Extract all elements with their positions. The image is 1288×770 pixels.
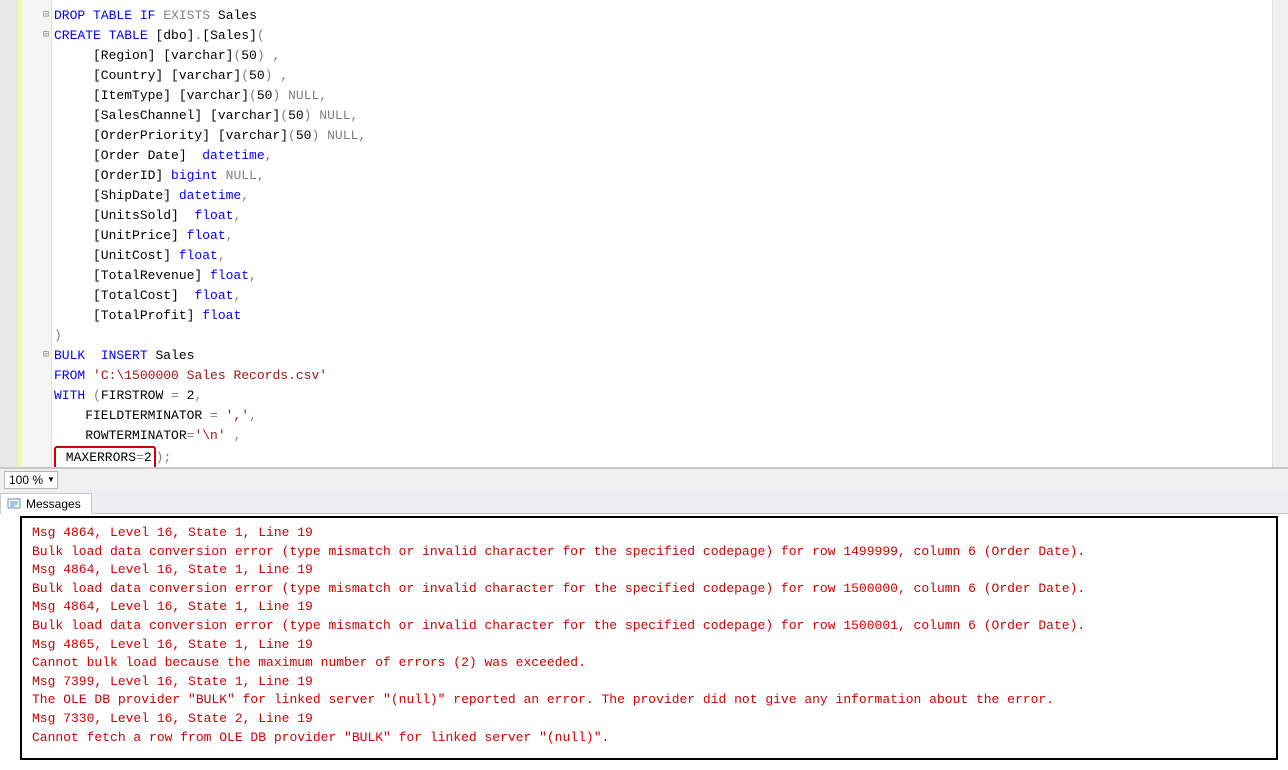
- message-line: Msg 7330, Level 16, State 2, Line 19: [32, 710, 1266, 729]
- code-line[interactable]: FIELDTERMINATOR = ',',: [54, 406, 1288, 426]
- message-line: The OLE DB provider "BULK" for linked se…: [32, 691, 1266, 710]
- fold-toggle[interactable]: [22, 366, 51, 386]
- fold-toggle[interactable]: [22, 426, 51, 446]
- code-line[interactable]: [OrderPriority] [varchar](50) NULL,: [54, 126, 1288, 146]
- code-line[interactable]: [Region] [varchar](50) ,: [54, 46, 1288, 66]
- message-line: Bulk load data conversion error (type mi…: [32, 543, 1266, 562]
- code-text-area[interactable]: DROP TABLE IF EXISTS SalesCREATE TABLE […: [52, 0, 1288, 467]
- messages-icon: [7, 497, 21, 511]
- fold-toggle[interactable]: [22, 266, 51, 286]
- message-line: Msg 4864, Level 16, State 1, Line 19: [32, 561, 1266, 580]
- code-line[interactable]: [Country] [varchar](50) ,: [54, 66, 1288, 86]
- fold-toggle[interactable]: [22, 286, 51, 306]
- fold-toggle[interactable]: ⊟: [22, 6, 51, 26]
- breakpoint-margin[interactable]: [0, 0, 18, 467]
- vertical-scrollbar[interactable]: [1272, 0, 1288, 467]
- fold-toggle[interactable]: [22, 206, 51, 226]
- zoom-dropdown[interactable]: 100 % ▼: [4, 471, 58, 489]
- code-line[interactable]: ): [54, 326, 1288, 346]
- fold-toggle[interactable]: ⊟: [22, 346, 51, 366]
- code-line[interactable]: CREATE TABLE [dbo].[Sales](: [54, 26, 1288, 46]
- fold-toggle[interactable]: [22, 126, 51, 146]
- fold-toggle[interactable]: [22, 326, 51, 346]
- message-line: Cannot bulk load because the maximum num…: [32, 654, 1266, 673]
- code-line[interactable]: [ShipDate] datetime,: [54, 186, 1288, 206]
- code-line[interactable]: [OrderID] bigint NULL,: [54, 166, 1288, 186]
- code-line[interactable]: WITH (FIRSTROW = 2,: [54, 386, 1288, 406]
- code-line[interactable]: [TotalProfit] float: [54, 306, 1288, 326]
- message-line: Msg 4864, Level 16, State 1, Line 19: [32, 524, 1266, 543]
- code-line[interactable]: [SalesChannel] [varchar](50) NULL,: [54, 106, 1288, 126]
- code-line[interactable]: [ItemType] [varchar](50) NULL,: [54, 86, 1288, 106]
- fold-toggle[interactable]: [22, 146, 51, 166]
- tab-messages[interactable]: Messages: [0, 493, 92, 514]
- fold-toggle[interactable]: [22, 446, 51, 466]
- fold-toggle[interactable]: [22, 106, 51, 126]
- message-line: Msg 7399, Level 16, State 1, Line 19: [32, 673, 1266, 692]
- fold-toggle[interactable]: [22, 186, 51, 206]
- fold-toggle[interactable]: [22, 226, 51, 246]
- message-line: Cannot fetch a row from OLE DB provider …: [32, 729, 1266, 748]
- code-line[interactable]: [UnitPrice] float,: [54, 226, 1288, 246]
- fold-toggle[interactable]: [22, 66, 51, 86]
- fold-toggle[interactable]: [22, 386, 51, 406]
- fold-toggle[interactable]: [22, 306, 51, 326]
- editor-status-bar: 100 % ▼: [0, 468, 1288, 490]
- code-line[interactable]: ROWTERMINATOR='\n' ,: [54, 426, 1288, 446]
- maxerrors-highlight: MAXERRORS=2: [54, 446, 156, 467]
- fold-gutter: ⊟⊟⊟: [22, 0, 52, 467]
- code-line[interactable]: FROM 'C:\1500000 Sales Records.csv': [54, 366, 1288, 386]
- code-line[interactable]: [TotalRevenue] float,: [54, 266, 1288, 286]
- code-line[interactable]: [UnitsSold] float,: [54, 206, 1288, 226]
- code-line[interactable]: BULK INSERT Sales: [54, 346, 1288, 366]
- zoom-value: 100 %: [9, 473, 43, 487]
- code-line[interactable]: MAXERRORS=2);: [54, 446, 1288, 466]
- sql-editor-pane: ⊟⊟⊟ DROP TABLE IF EXISTS SalesCREATE TAB…: [0, 0, 1288, 468]
- fold-toggle[interactable]: [22, 406, 51, 426]
- fold-toggle[interactable]: [22, 166, 51, 186]
- code-line[interactable]: DROP TABLE IF EXISTS Sales: [54, 6, 1288, 26]
- messages-panel[interactable]: Msg 4864, Level 16, State 1, Line 19Bulk…: [20, 516, 1278, 760]
- message-line: Bulk load data conversion error (type mi…: [32, 617, 1266, 636]
- code-line[interactable]: [TotalCost] float,: [54, 286, 1288, 306]
- fold-toggle[interactable]: [22, 86, 51, 106]
- message-line: Bulk load data conversion error (type mi…: [32, 580, 1266, 599]
- fold-toggle[interactable]: [22, 246, 51, 266]
- code-line[interactable]: [Order Date] datetime,: [54, 146, 1288, 166]
- fold-toggle[interactable]: ⊟: [22, 26, 51, 46]
- message-line: Msg 4864, Level 16, State 1, Line 19: [32, 598, 1266, 617]
- message-line: Msg 4865, Level 16, State 1, Line 19: [32, 636, 1266, 655]
- code-line[interactable]: [UnitCost] float,: [54, 246, 1288, 266]
- results-tabstrip: Messages: [0, 490, 1288, 514]
- chevron-down-icon: ▼: [47, 475, 55, 484]
- tab-label: Messages: [26, 497, 81, 511]
- fold-toggle[interactable]: [22, 46, 51, 66]
